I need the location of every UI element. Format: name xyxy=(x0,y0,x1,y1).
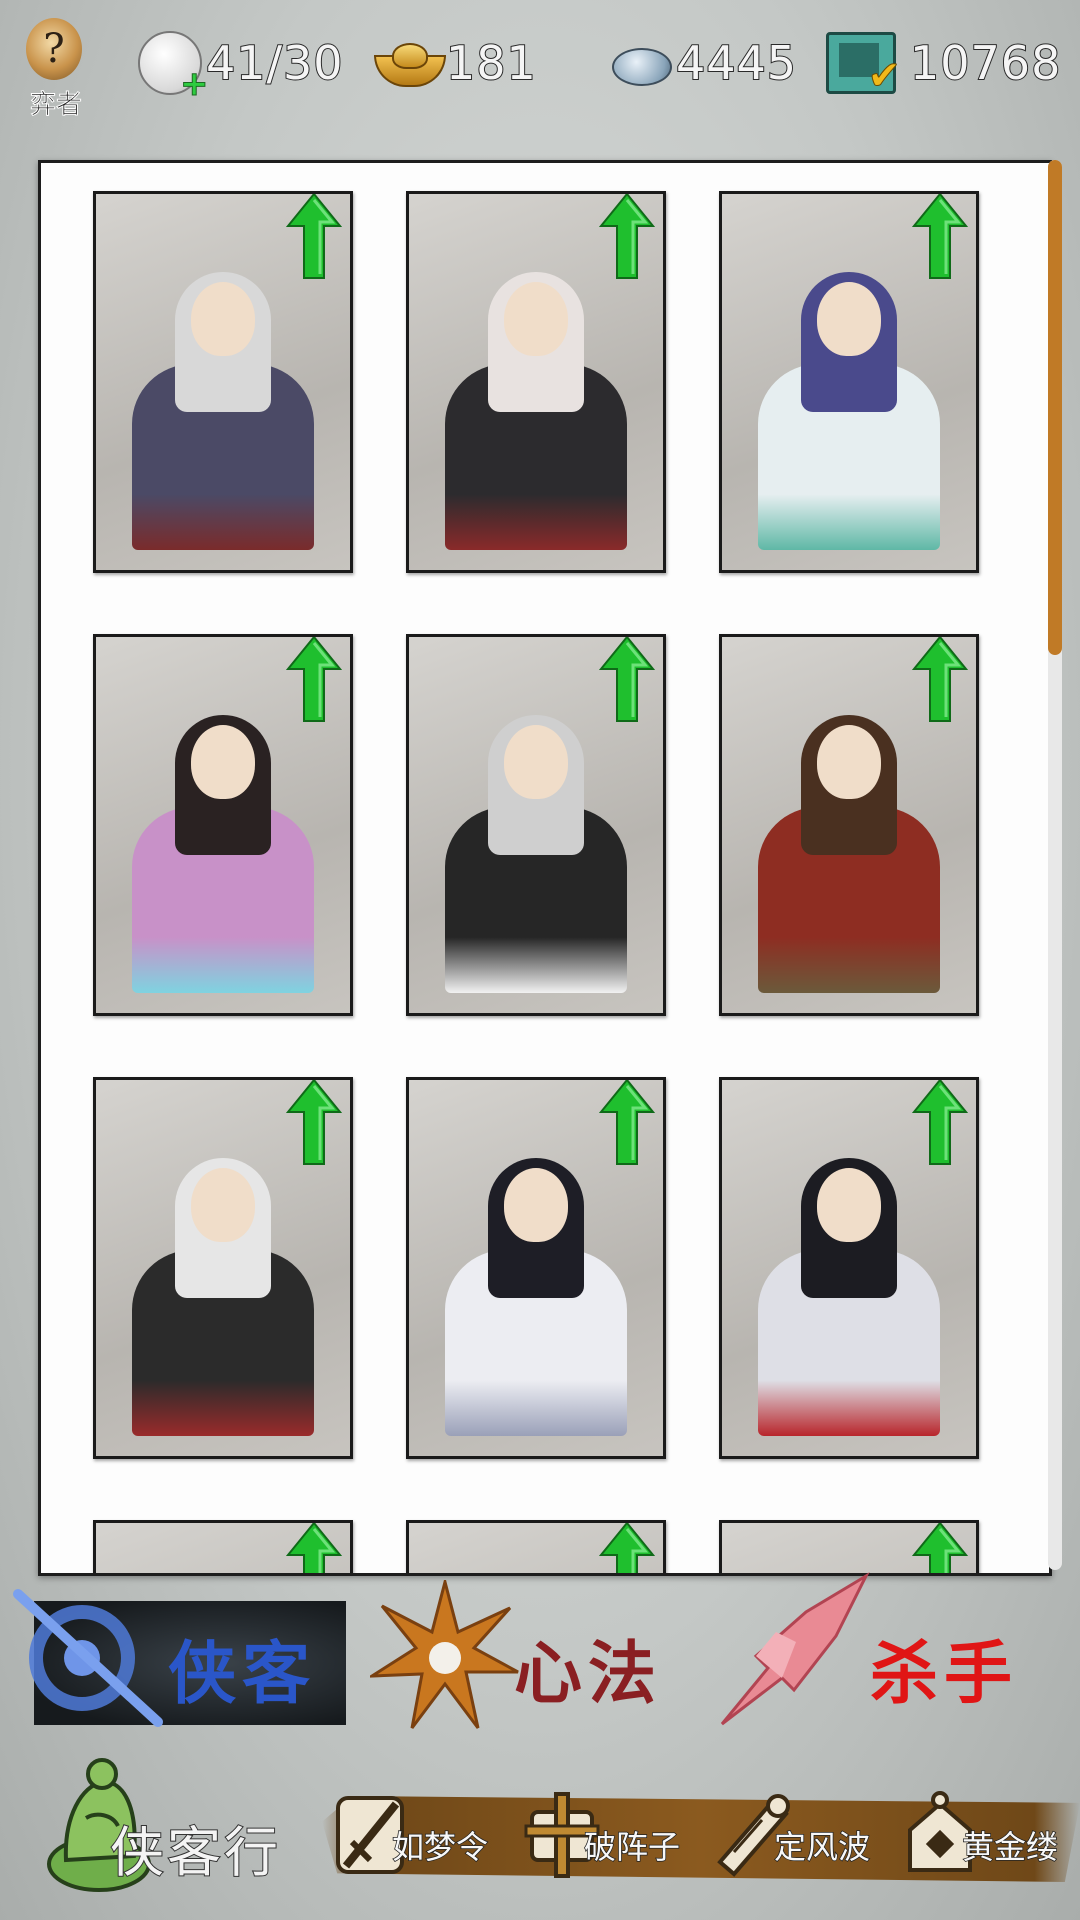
upgrade-arrow-icon xyxy=(599,1523,655,1573)
upgrade-arrow-icon xyxy=(599,1080,655,1165)
tab-techniques[interactable]: 心法 xyxy=(370,1580,680,1729)
dragon-emblem-icon: ? xyxy=(26,18,82,80)
ticket-counter[interactable]: 10768 xyxy=(826,28,1062,99)
upgrade-arrow-icon xyxy=(286,1523,342,1573)
hero-portrait xyxy=(439,1140,633,1436)
hero-portrait xyxy=(126,697,320,993)
video-ticket-icon xyxy=(826,32,901,99)
logo-text: 弈者 xyxy=(29,90,82,121)
hero-card-panda-bun-girl[interactable] xyxy=(406,634,666,1016)
hero-card-red-ribbon-swordswoman[interactable] xyxy=(719,1077,979,1459)
upgrade-arrow-icon xyxy=(286,637,342,722)
hero-card-parasol-lady[interactable] xyxy=(93,634,353,1016)
ticket-value: 10768 xyxy=(909,35,1062,91)
roster-scrollbar[interactable] xyxy=(1048,160,1062,1570)
tab-heroes-label: 侠客 xyxy=(168,1634,317,1714)
hero-portrait xyxy=(439,697,633,993)
upgrade-arrow-icon xyxy=(912,1523,968,1573)
hero-card-partial-1[interactable] xyxy=(93,1520,353,1573)
gold-ingot-icon xyxy=(374,41,446,87)
upgrade-arrow-icon xyxy=(286,194,342,279)
silver-ingot-icon xyxy=(610,38,672,88)
hero-card-black-hair-swordsman[interactable] xyxy=(406,1077,666,1459)
stamina-plus-icon[interactable]: + xyxy=(138,31,209,102)
upgrade-arrow-icon xyxy=(599,194,655,279)
upgrade-arrow-icon xyxy=(599,637,655,722)
hero-portrait xyxy=(439,254,633,550)
burst-star-icon xyxy=(370,1580,519,1729)
tab-assassins-label: 杀手 xyxy=(870,1634,1019,1714)
stamina-counter[interactable]: + 41/30 xyxy=(138,28,344,102)
hero-roster-panel[interactable] xyxy=(38,160,1052,1576)
gold-value: 181 xyxy=(445,35,537,91)
silver-counter[interactable]: 4445 xyxy=(610,28,797,98)
upgrade-arrow-icon xyxy=(912,194,968,279)
top-bar: ? 弈者 + 41/30 181 4445 10768 xyxy=(0,0,1080,140)
silver-value: 4445 xyxy=(675,35,798,91)
hero-card-fan-sage[interactable] xyxy=(93,1077,353,1459)
hero-card-partial-3[interactable] xyxy=(719,1520,979,1573)
gold-counter[interactable]: 181 xyxy=(374,28,537,98)
item-rumengling-label: 如梦令 xyxy=(391,1827,489,1867)
stamina-value: 41/30 xyxy=(205,35,344,91)
item-dingfengbo-label: 定风波 xyxy=(773,1827,871,1867)
roster-scroll-thumb[interactable] xyxy=(1048,160,1062,655)
hero-portrait xyxy=(126,254,320,550)
blade-icon xyxy=(720,1572,870,1726)
target-ring-icon xyxy=(13,1589,163,1727)
item-huangjinlv-label: 黄金缕 xyxy=(961,1827,1059,1867)
hero-card-white-haired-warrior[interactable] xyxy=(93,191,353,573)
hero-card-partial-2[interactable] xyxy=(406,1520,666,1573)
upgrade-arrow-icon xyxy=(286,1080,342,1165)
player-logo[interactable]: ? 弈者 xyxy=(16,18,96,121)
hero-portrait xyxy=(752,254,946,550)
hero-card-red-scarf-blade[interactable] xyxy=(406,191,666,573)
hero-portrait xyxy=(752,1140,946,1436)
hero-portrait xyxy=(752,697,946,993)
upgrade-arrow-icon xyxy=(912,637,968,722)
tab-heroes[interactable]: 侠客 xyxy=(10,1588,350,1728)
tab-assassins[interactable]: 杀手 xyxy=(716,1572,1046,1728)
hero-journey-label[interactable]: 侠客行 xyxy=(109,1808,281,1887)
upgrade-arrow-icon xyxy=(912,1080,968,1165)
tab-techniques-label: 心法 xyxy=(514,1634,663,1714)
hero-portrait xyxy=(126,1140,320,1436)
hero-card-rope-monk[interactable] xyxy=(719,634,979,1016)
item-pozhenzi-label: 破阵子 xyxy=(583,1827,681,1867)
hero-card-blue-haired-dancer[interactable] xyxy=(719,191,979,573)
